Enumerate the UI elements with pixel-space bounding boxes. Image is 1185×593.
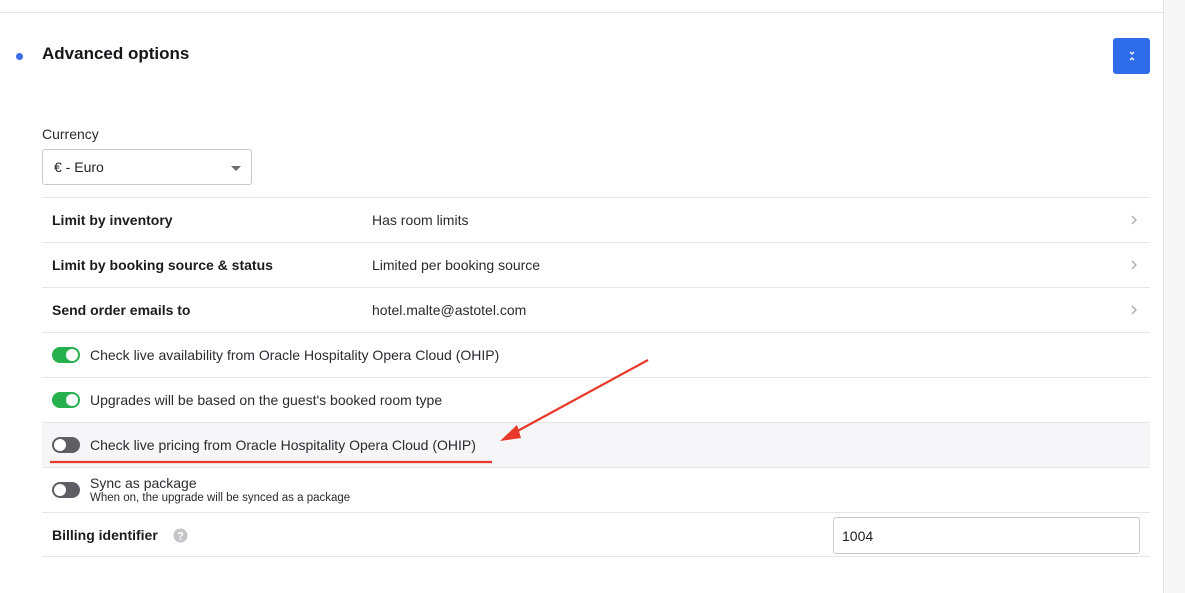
billing-label: Billing identifier	[52, 527, 158, 543]
row-value: Limited per booking source	[372, 257, 541, 273]
chevron-right-icon	[1131, 260, 1137, 270]
sync-subtitle: When on, the upgrade will be synced as a…	[90, 492, 351, 504]
upgrades-booked-room-toggle[interactable]	[52, 392, 80, 408]
row-live-pricing: Check live pricing from Oracle Hospitali…	[42, 422, 1150, 467]
currency-selected-value: € - Euro	[54, 159, 104, 175]
help-icon[interactable]: ?	[173, 528, 188, 543]
row-billing-identifier: Billing identifier ?	[42, 512, 1150, 557]
section-bullet-icon	[16, 53, 23, 60]
dropdown-caret-icon	[231, 166, 241, 171]
row-value: hotel.malte@astotel.com	[372, 302, 527, 318]
toggle-label: Check live availability from Oracle Hosp…	[90, 347, 500, 363]
toggle-knob	[66, 394, 78, 406]
live-availability-toggle[interactable]	[52, 347, 80, 363]
toggle-knob	[54, 439, 66, 451]
row-value: Has room limits	[372, 212, 469, 228]
svg-text:?: ?	[177, 531, 184, 543]
row-label: Limit by booking source & status	[52, 257, 273, 273]
currency-select[interactable]: € - Euro	[42, 149, 252, 185]
toggle-label: Check live pricing from Oracle Hospitali…	[90, 437, 476, 453]
row-limit-by-booking-source[interactable]: Limit by booking source & status Limited…	[42, 242, 1150, 287]
collapse-button[interactable]	[1113, 38, 1150, 74]
advanced-options-card: Advanced options Currency € - Euro Limit…	[0, 0, 1164, 593]
sync-title: Sync as package	[90, 475, 197, 491]
section-title: Advanced options	[42, 44, 190, 63]
row-label: Limit by inventory	[52, 212, 173, 228]
chevron-right-icon	[1131, 215, 1137, 225]
options-list: Limit by inventory Has room limits Limit…	[42, 197, 1150, 557]
row-limit-by-inventory[interactable]: Limit by inventory Has room limits	[42, 197, 1150, 242]
chevron-right-icon	[1131, 305, 1137, 315]
toggle-knob	[66, 349, 78, 361]
row-sync-as-package: Sync as package When on, the upgrade wil…	[42, 467, 1150, 512]
top-divider	[0, 12, 1163, 13]
toggle-label: Upgrades will be based on the guest's bo…	[90, 392, 443, 408]
live-pricing-toggle[interactable]	[52, 437, 80, 453]
sync-package-toggle[interactable]	[52, 482, 80, 498]
currency-label: Currency	[42, 126, 99, 142]
billing-identifier-input[interactable]	[833, 517, 1140, 554]
toggle-knob	[54, 484, 66, 496]
row-live-availability: Check live availability from Oracle Hosp…	[42, 332, 1150, 377]
row-upgrades-booked-room: Upgrades will be based on the guest's bo…	[42, 377, 1150, 422]
chevrons-collapse-icon	[1129, 51, 1134, 61]
row-label: Send order emails to	[52, 302, 191, 318]
row-send-order-emails[interactable]: Send order emails to hotel.malte@astotel…	[42, 287, 1150, 332]
